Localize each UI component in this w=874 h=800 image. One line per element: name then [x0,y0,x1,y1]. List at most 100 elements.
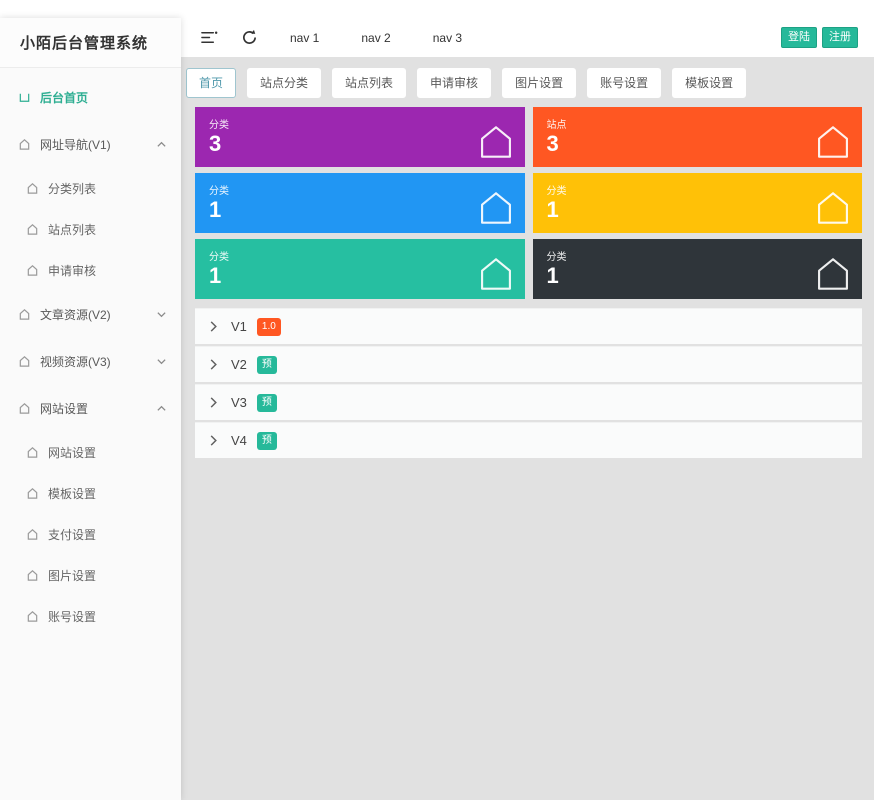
chevron-right-icon [209,358,218,371]
app-title: 小陌后台管理系统 [20,32,148,53]
stat-card-value: 3 [547,132,849,156]
home-icon [26,569,39,582]
tab-image-settings[interactable]: 图片设置 [502,68,576,98]
chevron-right-icon [209,396,218,409]
version-list: V1 1.0 V2 预 V3 预 V4 预 [195,308,862,458]
menu-toggle-icon[interactable] [189,18,229,57]
stat-card-category-v5[interactable]: 分类 1 [533,239,863,299]
version-label: V2 [231,357,247,372]
sidebar-item-apply-review[interactable]: 申请审核 [0,250,181,291]
home-icon [26,610,39,623]
stat-card-category-v2[interactable]: 分类 1 [195,173,525,233]
home-icon [476,190,516,226]
chevron-down-icon [156,310,167,319]
version-badge: 预 [257,432,277,450]
home-icon [476,256,516,292]
chevron-up-icon [156,140,167,149]
tab-apply-review[interactable]: 申请审核 [417,68,491,98]
login-button[interactable]: 登陆 [781,27,817,48]
sidebar-item-label: 账号设置 [48,608,96,625]
sidebar-item-image-settings[interactable]: 图片设置 [0,555,181,596]
stat-card-category-v4[interactable]: 分类 1 [195,239,525,299]
home-icon [18,308,31,321]
sidebar-item-dashboard[interactable]: 后台首页 [0,74,181,121]
stat-card-label: 分类 [209,248,511,263]
tab-bar: 首页 站点分类 站点列表 申请审核 图片设置 账号设置 模板设置 [181,57,874,98]
version-label: V1 [231,319,247,334]
version-label: V3 [231,395,247,410]
sidebar-item-label: 支付设置 [48,526,96,543]
stat-cards: 分类 3 站点 3 分类 1 分类 1 [195,107,862,299]
home-icon [26,182,39,195]
tab-account-settings[interactable]: 账号设置 [587,68,661,98]
version-badge: 1.0 [257,318,281,336]
sidebar-item-article-v2[interactable]: 文章资源(V2) [0,291,181,338]
tab-site-category[interactable]: 站点分类 [247,68,321,98]
sidebar-menu: 后台首页 网址导航(V1) 分类列表 站点列表 [0,68,181,637]
chevron-right-icon [209,320,218,333]
stat-card-label: 分类 [547,182,849,197]
sidebar: 小陌后台管理系统 后台首页 网址导航(V1) 分类列表 [0,18,181,800]
chevron-up-icon [156,404,167,413]
version-label: V4 [231,433,247,448]
sidebar-item-site-settings-group[interactable]: 网站设置 [0,385,181,432]
topnav-item-3[interactable]: nav 3 [433,31,462,45]
sidebar-item-category-list[interactable]: 分类列表 [0,168,181,209]
home-icon [813,190,853,226]
version-row-v4[interactable]: V4 预 [195,422,862,458]
tab-home[interactable]: 首页 [186,68,236,98]
home-icon [26,528,39,541]
version-row-v3[interactable]: V3 预 [195,384,862,420]
topbar: nav 1 nav 2 nav 3 登陆 注册 [181,18,874,57]
sidebar-item-label: 网站设置 [48,444,96,461]
sidebar-item-site-list[interactable]: 站点列表 [0,209,181,250]
home-icon [813,124,853,160]
dashboard-icon [18,91,31,104]
main-content: 首页 站点分类 站点列表 申请审核 图片设置 账号设置 模板设置 分类 3 站点… [181,57,874,800]
stat-card-label: 站点 [547,116,849,131]
stat-card-sites[interactable]: 站点 3 [533,107,863,167]
version-row-v1[interactable]: V1 1.0 [195,308,862,344]
stat-card-value: 3 [209,132,511,156]
home-icon [26,264,39,277]
sidebar-item-label: 网站设置 [40,400,88,417]
home-icon [18,355,31,368]
home-icon [26,446,39,459]
home-icon [26,487,39,500]
home-icon [476,124,516,160]
sidebar-header: 小陌后台管理系统 [0,18,181,68]
stat-card-category-v1[interactable]: 分类 3 [195,107,525,167]
stat-card-value: 1 [547,264,849,288]
topbar-actions: 登陆 注册 [781,27,874,48]
stat-card-value: 1 [209,198,511,222]
stat-card-value: 1 [209,264,511,288]
sidebar-item-label: 后台首页 [40,89,88,106]
topnav-item-1[interactable]: nav 1 [290,31,319,45]
sidebar-item-label: 分类列表 [48,180,96,197]
stat-card-label: 分类 [209,182,511,197]
version-badge: 预 [257,356,277,374]
sidebar-item-template-settings[interactable]: 模板设置 [0,473,181,514]
sidebar-item-account-settings[interactable]: 账号设置 [0,596,181,637]
version-row-v2[interactable]: V2 预 [195,346,862,382]
sidebar-item-payment-settings[interactable]: 支付设置 [0,514,181,555]
sidebar-item-nav-v1[interactable]: 网址导航(V1) [0,121,181,168]
chevron-right-icon [209,434,218,447]
home-icon [813,256,853,292]
topnav-item-2[interactable]: nav 2 [361,31,390,45]
tab-template-settings[interactable]: 模板设置 [672,68,746,98]
stat-card-label: 分类 [547,248,849,263]
stat-card-label: 分类 [209,116,511,131]
sidebar-item-video-v3[interactable]: 视频资源(V3) [0,338,181,385]
sidebar-item-label: 申请审核 [48,262,96,279]
sidebar-item-website-settings[interactable]: 网站设置 [0,432,181,473]
sidebar-item-label: 网址导航(V1) [40,136,111,153]
home-icon [18,138,31,151]
sidebar-item-label: 视频资源(V3) [40,353,111,370]
sidebar-item-label: 文章资源(V2) [40,306,111,323]
stat-card-category-v3[interactable]: 分类 1 [533,173,863,233]
refresh-icon[interactable] [229,18,269,57]
sidebar-item-label: 模板设置 [48,485,96,502]
tab-site-list[interactable]: 站点列表 [332,68,406,98]
register-button[interactable]: 注册 [822,27,858,48]
